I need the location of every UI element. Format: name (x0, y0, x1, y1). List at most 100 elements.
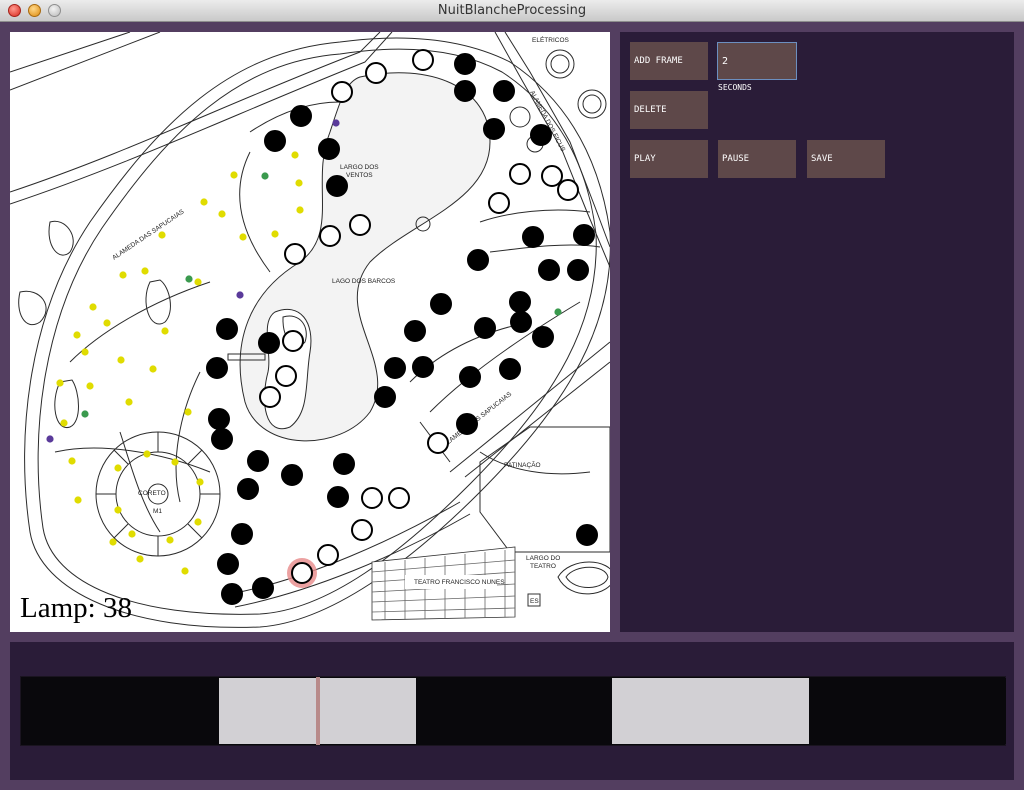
lamp-marker[interactable] (510, 311, 532, 333)
lamp-marker[interactable] (318, 138, 340, 160)
lamp-marker[interactable] (427, 432, 449, 454)
pause-button[interactable]: PAUSE (718, 140, 796, 178)
lamp-marker[interactable] (412, 49, 434, 71)
lamp-marker[interactable] (384, 357, 406, 379)
map-dot (81, 348, 89, 356)
lamp-marker[interactable] (509, 163, 531, 185)
map-dot (171, 458, 179, 466)
lamp-marker[interactable] (430, 293, 452, 315)
map-dot (125, 398, 133, 406)
lamp-marker[interactable] (237, 478, 259, 500)
map-dot (46, 435, 54, 443)
map-dot (56, 379, 64, 387)
play-button[interactable]: PLAY (630, 140, 708, 178)
lamp-marker[interactable] (388, 487, 410, 509)
lamp-marker[interactable] (454, 53, 476, 75)
lamp-marker[interactable] (459, 366, 481, 388)
lamp-marker[interactable] (467, 249, 489, 271)
map-dot (136, 555, 144, 563)
map-dot (296, 206, 304, 214)
lamp-marker[interactable] (252, 577, 274, 599)
map-dot (200, 198, 208, 206)
timeline-frame[interactable] (22, 678, 219, 744)
lamp-marker[interactable] (538, 259, 560, 281)
lamp-marker[interactable] (349, 214, 371, 236)
lamp-marker[interactable] (317, 544, 339, 566)
lamp-marker[interactable] (216, 318, 238, 340)
lamp-marker[interactable] (275, 365, 297, 387)
map-label-largo-teatro-2: TEATRO (530, 563, 556, 570)
lamp-marker[interactable] (499, 358, 521, 380)
lamp-marker[interactable] (259, 386, 281, 408)
lamp-marker[interactable] (331, 81, 353, 103)
map-canvas[interactable]: LARGO DOS VENTOS LAGO DOS BARCOS ALAMEDA… (10, 32, 610, 632)
lamp-marker[interactable] (221, 583, 243, 605)
playhead[interactable] (316, 677, 321, 745)
park-map[interactable]: LARGO DOS VENTOS LAGO DOS BARCOS ALAMEDA… (10, 32, 610, 632)
seconds-label: SECONDS (718, 83, 752, 92)
map-dot (74, 496, 82, 504)
map-label-largo-ventos-2: VENTOS (346, 172, 373, 179)
lamp-marker[interactable] (493, 80, 515, 102)
lamp-marker[interactable] (333, 453, 355, 475)
timeline-frame[interactable] (809, 678, 1006, 744)
lamp-marker-selected[interactable] (291, 562, 313, 584)
lamp-marker[interactable] (374, 386, 396, 408)
map-dot (332, 119, 340, 127)
save-button[interactable]: SAVE (807, 140, 885, 178)
map-dot (271, 230, 279, 238)
add-frame-button[interactable]: ADD FRAME (630, 42, 708, 80)
lamp-marker[interactable] (284, 243, 306, 265)
lamp-marker[interactable] (211, 428, 233, 450)
lamp-marker[interactable] (576, 524, 598, 546)
delete-button[interactable]: DELETE (630, 91, 708, 129)
lamp-marker[interactable] (532, 326, 554, 348)
lamp-marker[interactable] (456, 413, 478, 435)
lamp-marker[interactable] (258, 332, 280, 354)
map-dot (119, 271, 127, 279)
lamp-marker[interactable] (509, 291, 531, 313)
lamp-marker[interactable] (573, 224, 595, 246)
lamp-marker[interactable] (351, 519, 373, 541)
map-dot (114, 506, 122, 514)
map-label-es: ES (530, 598, 539, 605)
map-label-teatro: TEATRO FRANCISCO NUNES (414, 579, 505, 586)
lamp-marker[interactable] (361, 487, 383, 509)
timeline-frame[interactable] (612, 678, 810, 744)
lamp-marker[interactable] (217, 553, 239, 575)
lamp-marker[interactable] (290, 105, 312, 127)
map-dot (86, 382, 94, 390)
lamp-marker[interactable] (319, 225, 341, 247)
lamp-marker[interactable] (208, 408, 230, 430)
map-dot (158, 231, 166, 239)
lamp-marker[interactable] (522, 226, 544, 248)
map-dot (181, 567, 189, 575)
timeline-frame[interactable] (415, 678, 613, 744)
map-dot (291, 151, 299, 159)
map-dot (194, 518, 202, 526)
lamp-marker[interactable] (365, 62, 387, 84)
lamp-marker[interactable] (247, 450, 269, 472)
lamp-marker[interactable] (474, 317, 496, 339)
seconds-input[interactable]: 2 (717, 42, 797, 80)
lamp-marker[interactable] (206, 357, 228, 379)
lamp-marker[interactable] (326, 175, 348, 197)
lamp-marker[interactable] (404, 320, 426, 342)
timeline-track[interactable] (20, 676, 1006, 746)
lamp-marker[interactable] (282, 330, 304, 352)
lamp-marker[interactable] (567, 259, 589, 281)
map-dot (239, 233, 247, 241)
lamp-marker[interactable] (483, 118, 505, 140)
lamp-marker[interactable] (281, 464, 303, 486)
lamp-marker[interactable] (541, 165, 563, 187)
lamp-marker[interactable] (488, 192, 510, 214)
lamp-readout: Lamp: 38 (20, 592, 132, 624)
lamp-marker[interactable] (454, 80, 476, 102)
lamp-marker[interactable] (327, 486, 349, 508)
lamp-marker[interactable] (530, 124, 552, 146)
lamp-marker[interactable] (557, 179, 579, 201)
lamp-marker[interactable] (412, 356, 434, 378)
lamp-marker[interactable] (264, 130, 286, 152)
lamp-marker[interactable] (231, 523, 253, 545)
map-dot (185, 275, 193, 283)
